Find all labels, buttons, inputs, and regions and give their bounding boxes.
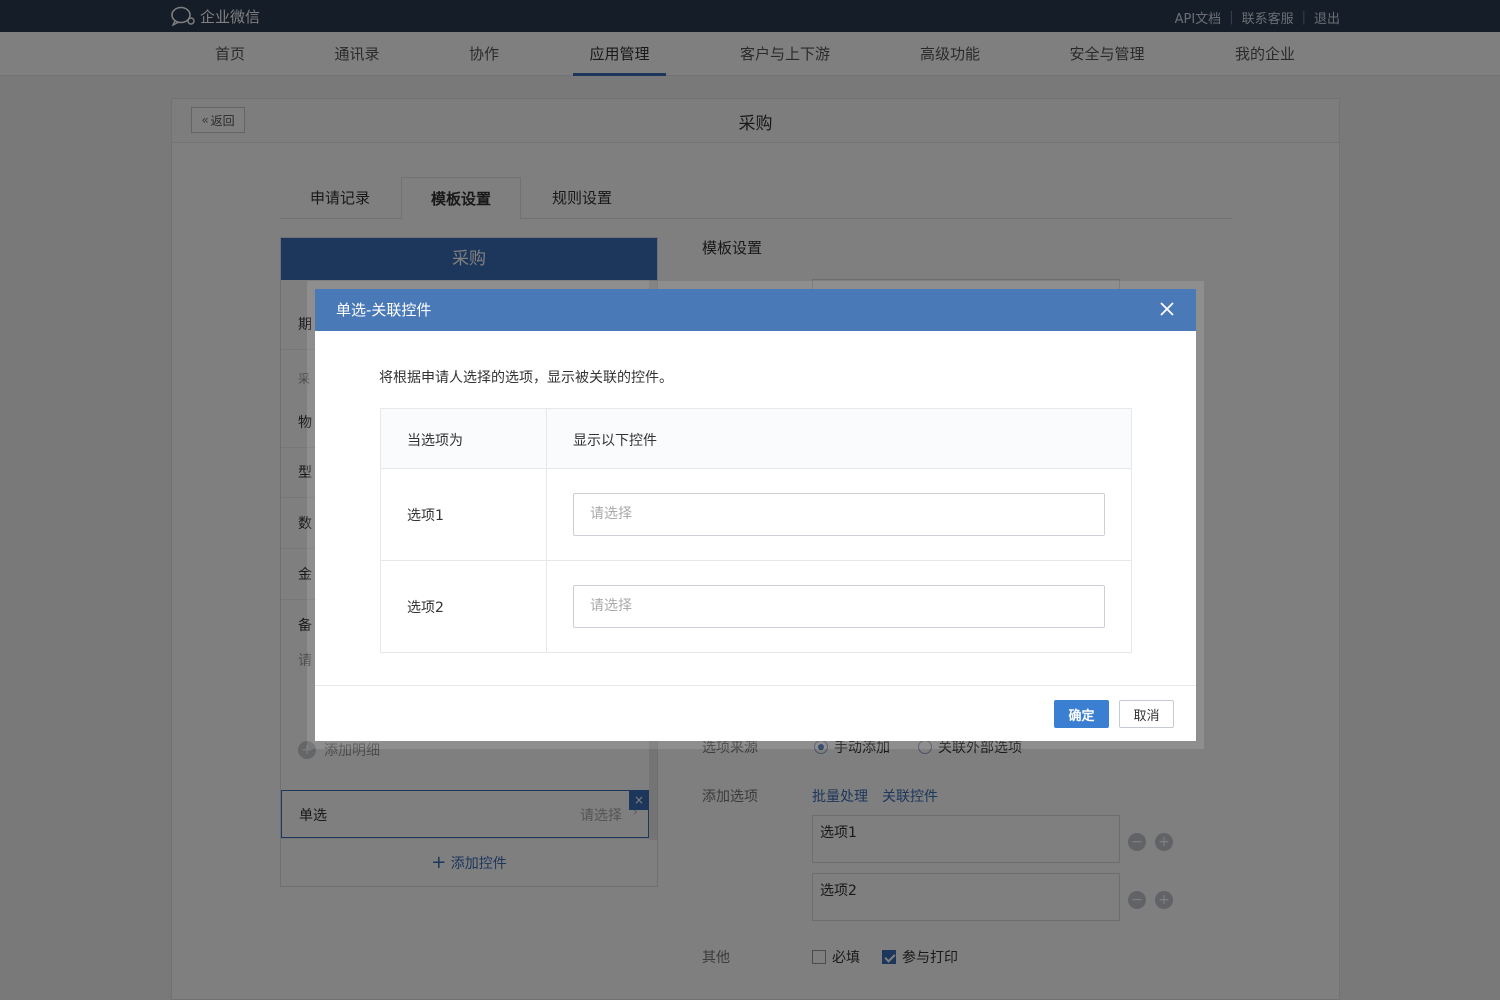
divider [546,409,547,652]
column-header-when: 当选项为 [407,433,463,449]
close-icon[interactable] [1158,300,1176,318]
link-control-dialog: 单选-关联控件 将根据申请人选择的选项，显示被关联的控件。 当选项为 显示以下控… [315,289,1196,741]
column-header-show: 显示以下控件 [573,433,657,449]
table-header [381,409,1131,469]
table-row-option: 选项1 [407,508,444,524]
control-select[interactable]: 请选择 [573,493,1105,536]
confirm-button[interactable]: 确定 [1054,700,1109,728]
divider [381,560,1131,561]
table-row-option: 选项2 [407,600,444,616]
dialog-description: 将根据申请人选择的选项，显示被关联的控件。 [379,370,673,386]
dialog-header: 单选-关联控件 [315,289,1196,331]
link-rules-table: 当选项为 显示以下控件 选项1 请选择 选项2 请选择 [380,408,1132,653]
dialog-title: 单选-关联控件 [336,301,432,319]
cancel-button[interactable]: 取消 [1119,700,1174,728]
control-select[interactable]: 请选择 [573,585,1105,628]
dialog-footer: 确定 取消 [315,685,1196,741]
